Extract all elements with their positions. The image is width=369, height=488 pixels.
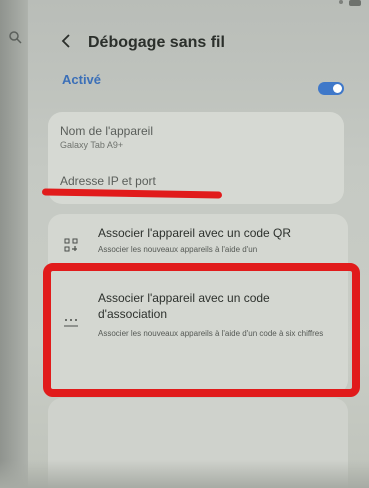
device-name-label: Nom de l'appareil: [60, 124, 154, 138]
search-icon[interactable]: [8, 30, 22, 44]
chevron-left-icon[interactable]: [60, 34, 72, 48]
bottom-screen-edge: [0, 460, 369, 488]
qr-option-title: Associer l'appareil avec un code QR: [98, 226, 292, 240]
red-highlight-box-annotation: [43, 263, 360, 397]
qr-code-icon: [64, 238, 78, 252]
wireless-debugging-toggle-row[interactable]: Activé: [48, 66, 348, 96]
status-bar-icons: [339, 0, 361, 6]
toggle-label: Activé: [62, 72, 102, 87]
ip-port-label: Adresse IP et port: [60, 174, 156, 188]
page-title: Débogage sans fil: [88, 34, 225, 51]
left-screen-edge: [0, 0, 28, 488]
switch-knob: [333, 84, 342, 93]
device-name-value: Galaxy Tab A9+: [60, 140, 124, 150]
qr-option-subtitle: Associer les nouveaux appareils à l'aide…: [98, 245, 258, 254]
wireless-debugging-switch[interactable]: [318, 82, 344, 95]
pair-with-qr-option[interactable]: Associer l'appareil avec un code QR Asso…: [48, 214, 348, 262]
